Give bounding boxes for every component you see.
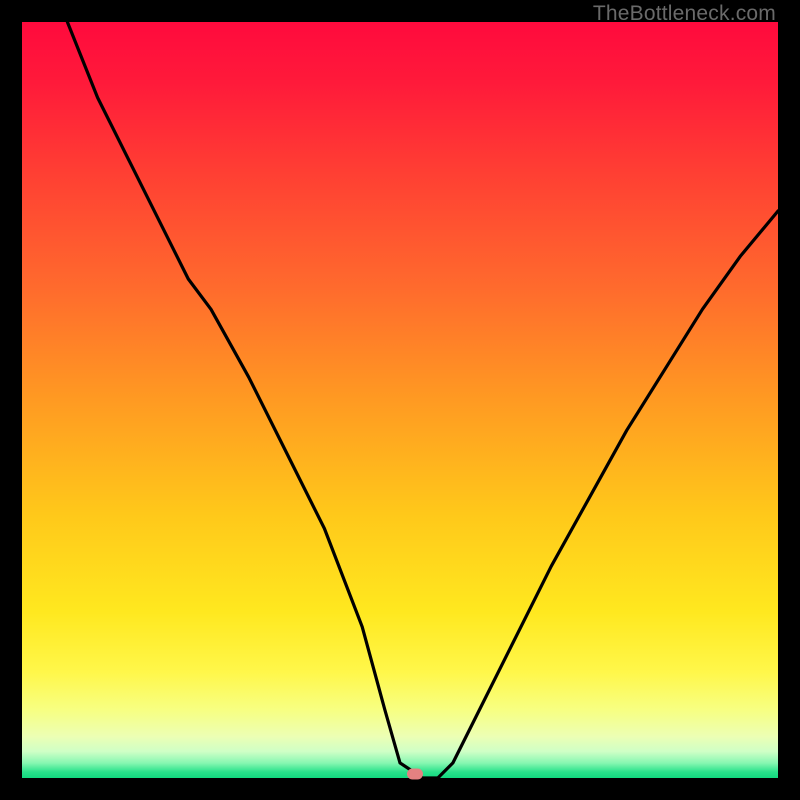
optimal-marker [407,769,423,780]
chart-frame [22,22,778,778]
watermark-text: TheBottleneck.com [593,2,776,26]
bottleneck-chart [22,22,778,778]
gradient-background [22,22,778,778]
